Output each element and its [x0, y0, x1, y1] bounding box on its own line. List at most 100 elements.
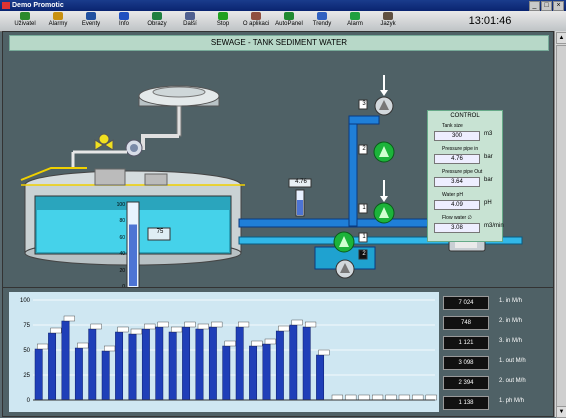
maximize-button[interactable]: □ — [541, 1, 552, 11]
stat-row: 1 138 1. ph M/h — [443, 396, 549, 410]
chart-bar-data-label — [184, 321, 196, 328]
vertical-scrollbar[interactable]: ▲ ▼ — [554, 31, 566, 418]
pump-1[interactable] — [373, 180, 395, 224]
chart-bar-data-label — [77, 342, 89, 349]
stat-row: 748 2. in M/h — [443, 316, 549, 330]
level-scale-tick: 100 — [116, 202, 125, 208]
toolbar-button-label: Jazyk — [380, 21, 396, 27]
control-row-unit: m3/min — [484, 223, 504, 229]
stat-row: 7 024 1. in M/h — [443, 296, 549, 310]
autopanel-icon — [284, 12, 294, 20]
chart-bar-data-label — [211, 321, 223, 328]
chart-bar-data-label — [291, 319, 303, 326]
scheme-panel: SEWAGE - TANK SEDIMENT WATER 100 80 60 4… — [2, 31, 554, 290]
level-scale-tick: 60 — [119, 234, 125, 241]
control-row-label: Flow water ∅ — [442, 215, 472, 221]
stat-label: 1. out M/h — [499, 358, 526, 364]
statistics-panel: 100 75 50 25 0 7 024 1. in M/h 748 2. in M/h 1 1… — [2, 287, 554, 417]
control-row-value: 300 — [434, 131, 480, 141]
info-icon — [119, 12, 129, 20]
chart-bar — [34, 348, 43, 401]
trend-icon — [317, 12, 327, 20]
aerator — [138, 85, 220, 150]
blower-motor[interactable] — [125, 139, 143, 157]
chart-bar-data-label — [318, 349, 330, 356]
level-scale-tick: 40 — [119, 251, 125, 258]
level-scale-tick: 80 — [119, 218, 125, 225]
window-titlebar: Demo Promotic _ □ × — [0, 0, 566, 11]
control-row-unit: m3 — [484, 131, 493, 137]
chart-y-tick: 75 — [23, 323, 30, 329]
valve[interactable] — [94, 133, 114, 151]
minimize-button[interactable]: _ — [529, 1, 540, 11]
control-panel: CONTROL Tank size 300 m3 Pressure pipe in 4.… — [427, 110, 504, 242]
next-icon — [185, 12, 195, 20]
alarm-icon — [53, 12, 63, 20]
chart-bar-data-label — [37, 343, 49, 350]
chart-bar — [302, 326, 311, 401]
tank-level-gauge — [126, 201, 140, 287]
bottom-pump-1[interactable] — [333, 231, 355, 253]
chart-bar-data-label — [130, 328, 142, 335]
pump-number-label: 2 — [362, 146, 366, 152]
control-row-value: 3.08 — [434, 223, 480, 233]
stat-value: 748 — [443, 316, 489, 330]
chart-bar-data-label — [171, 326, 183, 333]
chart-bar — [195, 328, 204, 401]
chart-bar — [262, 343, 271, 401]
chart-bar — [208, 326, 217, 401]
control-row-label: Water pH — [442, 192, 463, 198]
pump-number-label: 3 — [362, 101, 366, 107]
stat-value: 1 138 — [443, 396, 489, 410]
chart-bar — [182, 326, 191, 401]
scroll-down-button[interactable]: ▼ — [556, 406, 566, 418]
pump-number-label: 2 — [362, 251, 366, 257]
chart-bar-data-label — [398, 394, 410, 401]
stat-label: 1. ph M/h — [499, 398, 525, 404]
screens-icon — [152, 12, 162, 20]
chart-bar-data-label — [278, 325, 290, 332]
chart-bar — [168, 331, 177, 401]
alarm-bell-icon — [350, 12, 360, 20]
chart-bar-data-label — [412, 394, 424, 401]
scroll-thumb[interactable] — [556, 45, 566, 407]
chart-bar — [61, 320, 70, 401]
stat-value: 2 394 — [443, 376, 489, 390]
control-row-unit: pH — [484, 200, 492, 206]
chart-bar — [249, 345, 258, 401]
window-title: Demo Promotic — [12, 2, 64, 9]
chart-bar-data-label — [197, 323, 209, 330]
scroll-up-button[interactable]: ▲ — [556, 32, 566, 44]
pump-3[interactable] — [374, 75, 394, 116]
chart-bar-data-label — [372, 394, 384, 401]
chart-y-tick: 50 — [23, 348, 30, 354]
chart-y-tick: 25 — [23, 373, 30, 379]
event-icon — [86, 12, 96, 20]
toolbar-button-language[interactable]: Jazyk — [367, 11, 409, 31]
chart-bar — [101, 350, 110, 401]
chart-bar-data-label — [238, 321, 250, 328]
user-icon — [20, 12, 30, 20]
chart-bar-data-label — [224, 340, 236, 347]
chart-y-tick: 0 — [27, 398, 31, 404]
control-row-value: 3.64 — [434, 177, 480, 187]
stat-row: 1 121 3. in M/h — [443, 336, 549, 350]
control-row-label: Pressure pipe Out — [442, 169, 483, 175]
chart-bar-data-label — [104, 345, 116, 352]
chart-bar — [316, 354, 325, 401]
chart-bar — [289, 324, 298, 401]
bottom-pump-2[interactable] — [335, 259, 355, 279]
chart-bar-data-label — [358, 394, 370, 401]
stat-row: 2 394 2. out M/h — [443, 376, 549, 390]
chart-bar — [235, 326, 244, 401]
control-row-unit: bar — [484, 154, 493, 160]
close-button[interactable]: × — [553, 1, 564, 11]
level-scale-tick: 20 — [119, 267, 125, 274]
chart-bar — [128, 333, 137, 401]
stat-label: 2. out M/h — [499, 378, 526, 384]
chart-bar-data-label — [264, 338, 276, 345]
chart-bar-data-label — [117, 326, 129, 333]
pump-2[interactable] — [373, 141, 395, 163]
about-icon — [251, 12, 261, 20]
chart-bar-data-label — [144, 323, 156, 330]
